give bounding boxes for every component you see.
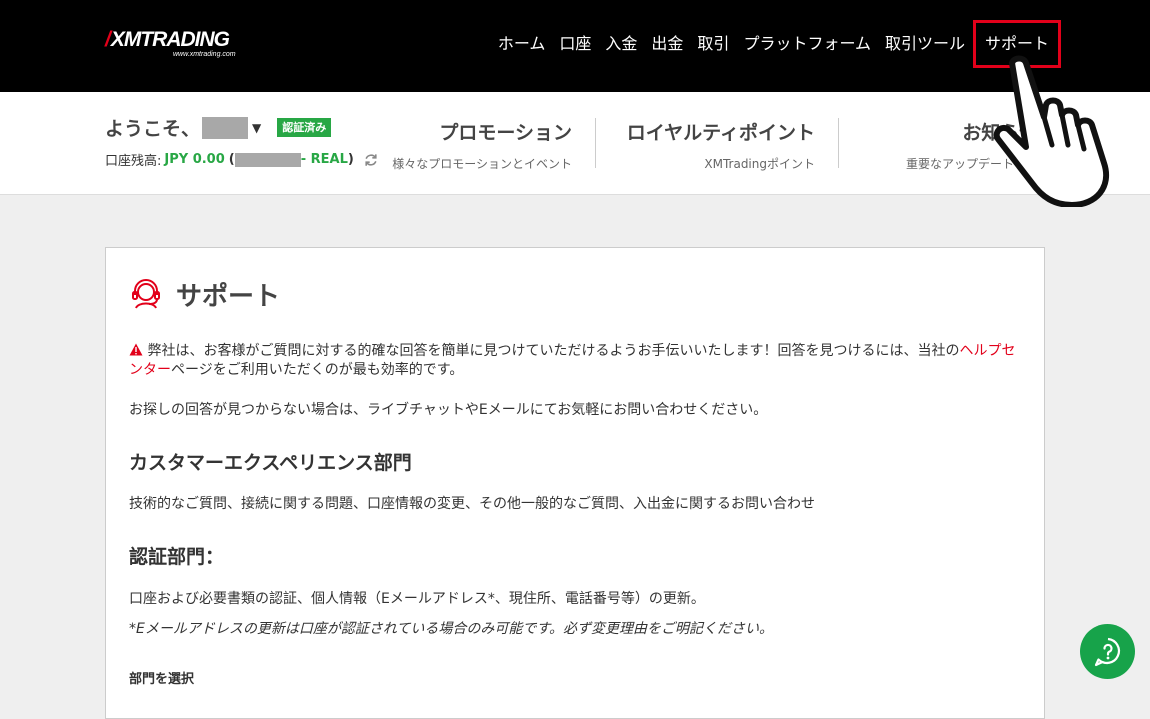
- intro-end-text: ページをご利用いただくのが最も効率的です。: [171, 362, 464, 378]
- welcome-block[interactable]: ようこそ、 ▼ 認証済み: [105, 114, 332, 141]
- promo-promotions[interactable]: プロモーション 様々なプロモーションとイベント: [392, 118, 572, 172]
- promo-subtitle: 様々なプロモーションとイベント: [392, 157, 572, 171]
- refresh-icon[interactable]: [364, 153, 378, 167]
- xmtrading-logo[interactable]: /XMTRADING www.xmtrading.com: [105, 28, 255, 62]
- balance-row: 口座残高: JPY 0.00 ( - REAL ): [105, 150, 378, 169]
- nav-platform[interactable]: プラットフォーム: [736, 29, 878, 59]
- balance-label: 口座残高:: [105, 154, 162, 169]
- contact-paragraph: お探しの回答が見つからない場合は、ライブチャットやEメールにてお気軽にお問い合わ…: [129, 402, 768, 418]
- nav-tools[interactable]: 取引ツール: [878, 29, 972, 59]
- promo-loyalty[interactable]: ロイヤルティポイント XMTradingポイント: [627, 118, 815, 172]
- nav-trading[interactable]: 取引: [690, 29, 736, 59]
- nav-home[interactable]: ホーム: [491, 29, 553, 59]
- caret-down-icon[interactable]: ▼: [252, 121, 261, 135]
- nav-deposit[interactable]: 入金: [598, 29, 644, 59]
- paren-close: ): [347, 152, 354, 167]
- promo-title: ロイヤルティポイント: [626, 122, 815, 144]
- account-type: - REAL: [300, 152, 348, 167]
- divider: [595, 118, 596, 168]
- verification-heading: 認証部門：: [129, 546, 225, 568]
- verification-note: *Eメールアドレスの更新は口座が認証されている場合のみ可能です。必ず変更理由をご…: [129, 621, 774, 637]
- promo-subtitle: XMTradingポイント: [704, 157, 815, 171]
- masked-username: [202, 116, 249, 139]
- top-nav-bar: /XMTRADING www.xmtrading.com ホーム 口座 入金 出…: [0, 0, 1150, 92]
- promo-title: プロモーション: [439, 122, 572, 144]
- hand-pointer-icon: [993, 55, 1109, 207]
- balance-amount: JPY 0.00: [164, 152, 225, 167]
- warning-icon: [129, 343, 143, 356]
- logo-domain: www.xmtrading.com: [173, 51, 236, 58]
- page-title: サポート: [176, 282, 281, 312]
- intro-text: 弊社は、お客様がご質問に対する的確な回答を簡単に見つけていただけるようお手伝いい…: [147, 343, 960, 359]
- intro-paragraph: 弊社は、お客様がご質問に対する的確な回答を簡単に見つけていただけるようお手伝いい…: [129, 342, 1019, 380]
- divider: [838, 118, 839, 168]
- cx-heading: カスタマーエクスペリエンス部門: [129, 452, 412, 474]
- main-nav: ホーム 口座 入金 出金 取引 プラットフォーム 取引ツール サポート: [491, 20, 1062, 68]
- welcome-text: ようこそ、: [105, 118, 201, 140]
- cx-description: 技術的なご質問、接続に関する問題、口座情報の変更、その他一般的なご質問、入出金に…: [129, 496, 815, 512]
- help-icon: [1094, 637, 1120, 666]
- logo-text: XMTRADING: [110, 28, 230, 51]
- select-department-label: 部門を選択: [129, 672, 195, 687]
- nav-account[interactable]: 口座: [552, 29, 598, 59]
- card-header: サポート: [130, 276, 280, 313]
- support-card: サポート 弊社は、お客様がご質問に対する的確な回答を簡単に見つけていただけるよう…: [105, 247, 1045, 719]
- verified-badge: 認証済み: [277, 118, 332, 137]
- masked-account-number: [234, 152, 301, 167]
- help-chat-button[interactable]: [1080, 624, 1135, 679]
- headset-icon: [132, 278, 160, 309]
- verification-description: 口座および必要書類の認証、個人情報（Eメールアドレス*、現住所、電話番号等）の更…: [129, 591, 705, 607]
- nav-withdraw[interactable]: 出金: [644, 29, 690, 59]
- account-strip: ようこそ、 ▼ 認証済み 口座残高: JPY 0.00 ( - REAL ) プ…: [0, 92, 1150, 195]
